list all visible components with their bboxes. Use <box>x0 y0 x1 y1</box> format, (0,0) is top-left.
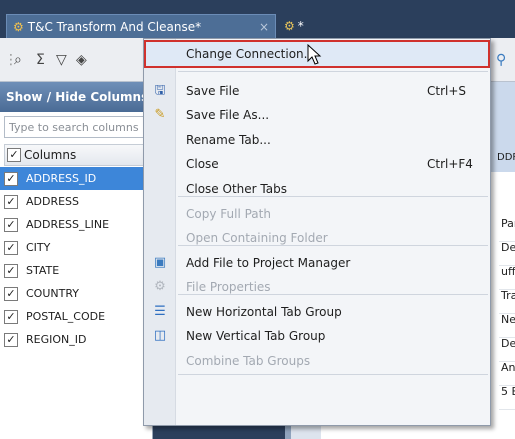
grid-cell[interactable]: Anc <box>499 361 515 386</box>
grid-cell[interactable]: Para <box>499 217 515 242</box>
menu-item-copy-full-path[interactable]: Copy Full Path <box>144 202 490 226</box>
grid-cell[interactable]: Traf <box>499 289 515 314</box>
menu-item-add-file-to-project-manager[interactable]: ▣ Add File to Project Manager <box>144 251 490 275</box>
column-item[interactable]: ✓ ADDRESS_ID <box>0 167 153 190</box>
menu-item-label: Rename Tab... <box>186 133 271 147</box>
connect-icon[interactable]: ⚲ <box>496 52 506 68</box>
column-item[interactable]: ✓ CITY <box>0 236 153 259</box>
menu-item-file-properties[interactable]: ⚙ File Properties <box>144 275 490 299</box>
menu-item-label: File Properties <box>186 280 271 294</box>
tab-transform-and-cleanse[interactable]: ⚙ T&C Transform And Cleanse* × <box>6 14 276 38</box>
grid-cell[interactable]: uffa <box>499 265 515 290</box>
checkbox-icon[interactable]: ✓ <box>4 309 18 324</box>
checkbox-icon[interactable]: ✓ <box>4 286 18 301</box>
column-item-label: ADDRESS_ID <box>26 172 97 185</box>
column-item-label: POSTAL_CODE <box>26 310 106 323</box>
menu-item-save-file-as[interactable]: ✎ Save File As... <box>144 103 490 127</box>
menu-separator <box>178 374 488 375</box>
project-manager-icon: ▣ <box>153 255 167 270</box>
menu-item-new-horizontal-tab-group[interactable]: ☰ New Horizontal Tab Group <box>144 300 490 324</box>
menu-item-shortcut: Ctrl+S <box>427 84 467 98</box>
grid-cell[interactable]: Nest <box>499 313 515 338</box>
menu-item-close[interactable]: Close Ctrl+F4 <box>144 152 490 176</box>
checkbox-icon[interactable]: ✓ <box>4 263 18 278</box>
checkbox-icon[interactable]: ✓ <box>4 332 18 347</box>
save-as-icon: ✎ <box>154 107 166 122</box>
file-properties-icon: ⚙ <box>154 279 166 294</box>
grid-cell[interactable]: Dem <box>499 337 515 362</box>
column-item-label: ADDRESS <box>26 195 80 208</box>
column-list: ✓ ADDRESS_ID ✓ ADDRESS ✓ ADDRESS_LINE ✓ CITY ✓ ST… <box>0 167 153 351</box>
filter-icon[interactable]: ▽ <box>56 52 67 68</box>
menu-item-rename-tab[interactable]: Rename Tab... <box>144 128 490 152</box>
menu-item-label: Add File to Project Manager <box>186 256 351 270</box>
checkbox-icon[interactable]: ✓ <box>4 217 18 232</box>
menu-item-label: Save File As... <box>186 108 270 122</box>
columns-header-label: Columns <box>24 148 77 162</box>
save-icon: 🖫 <box>154 83 166 98</box>
menu-item-close-other-tabs[interactable]: Close Other Tabs <box>144 177 490 201</box>
menu-item-shortcut: Ctrl+F4 <box>427 157 473 171</box>
sum-icon[interactable]: Σ <box>36 52 45 68</box>
menu-item-label: Copy Full Path <box>186 207 271 221</box>
eraser-icon[interactable]: ◈ <box>76 52 87 68</box>
column-search-input[interactable] <box>4 116 149 138</box>
menu-item-new-vertical-tab-group[interactable]: ◫ New Vertical Tab Group <box>144 324 490 348</box>
checkbox-icon[interactable]: ✓ <box>4 240 18 255</box>
column-item[interactable]: ✓ POSTAL_CODE <box>0 305 153 328</box>
column-item[interactable]: ✓ STATE <box>0 259 153 282</box>
checkbox-icon[interactable]: ✓ <box>4 171 18 186</box>
column-item-label: REGION_ID <box>26 333 87 346</box>
column-item-label: COUNTRY <box>26 287 79 300</box>
menu-item-open-containing-folder[interactable]: Open Containing Folder <box>144 226 490 250</box>
menu-item-label: Change Connection... <box>186 47 316 61</box>
horizontal-group-icon: ☰ <box>154 304 166 319</box>
check-icon[interactable]: ✓ <box>7 148 21 162</box>
panel-title: Show / Hide Columns <box>0 82 152 112</box>
column-item-label: ADDRESS_LINE <box>26 218 110 231</box>
column-item-label: CITY <box>26 241 51 254</box>
vertical-group-icon: ◫ <box>153 328 167 343</box>
column-item[interactable]: ✓ ADDRESS <box>0 190 153 213</box>
tab-label: T&C Transform And Cleanse* <box>27 19 202 34</box>
document-tab-strip: ⚙ T&C Transform And Cleanse* × ⚙ * <box>0 0 515 38</box>
grid-cell[interactable]: Depa <box>499 241 515 266</box>
menu-item-label: Combine Tab Groups <box>186 354 311 368</box>
mouse-cursor-icon <box>307 44 322 65</box>
checkbox-icon[interactable]: ✓ <box>4 194 18 209</box>
menu-item-label: Save File <box>186 84 240 98</box>
show-hide-columns-panel: Show / Hide Columns ✓ Columns ✓ ADDRESS_I… <box>0 82 153 439</box>
tab-context-menu: Change Connection... 🖫 Save File Ctrl+S ✎ Sav… <box>143 38 491 426</box>
menu-item-label: New Vertical Tab Group <box>186 329 326 343</box>
menu-item-label: Open Containing Folder <box>186 231 328 245</box>
column-item[interactable]: ✓ ADDRESS_LINE <box>0 213 153 236</box>
menu-item-save-file[interactable]: 🖫 Save File Ctrl+S <box>144 79 490 103</box>
menu-separator <box>178 71 488 72</box>
menu-item-label: Close Other Tabs <box>186 182 287 196</box>
column-item[interactable]: ✓ REGION_ID <box>0 328 153 351</box>
close-icon[interactable]: × <box>259 20 269 34</box>
transform-icon: ⚙ <box>284 19 295 33</box>
column-item-label: STATE <box>26 264 60 277</box>
menu-item-label: Close <box>186 157 219 171</box>
menu-item-combine-tab-groups[interactable]: Combine Tab Groups <box>144 349 490 373</box>
grid-column-header[interactable]: DDRE <box>497 152 515 163</box>
menu-item-label: New Horizontal Tab Group <box>186 305 342 319</box>
binoculars-icon[interactable]: ⌕ <box>14 52 22 68</box>
grid-cell[interactable]: 5 Bu <box>499 385 515 410</box>
column-item[interactable]: ✓ COUNTRY <box>0 282 153 305</box>
tab-second[interactable]: ⚙ * <box>278 14 338 38</box>
tab-label: * <box>297 19 304 33</box>
columns-header[interactable]: ✓ Columns <box>4 144 153 166</box>
transform-icon: ⚙ <box>13 19 24 34</box>
